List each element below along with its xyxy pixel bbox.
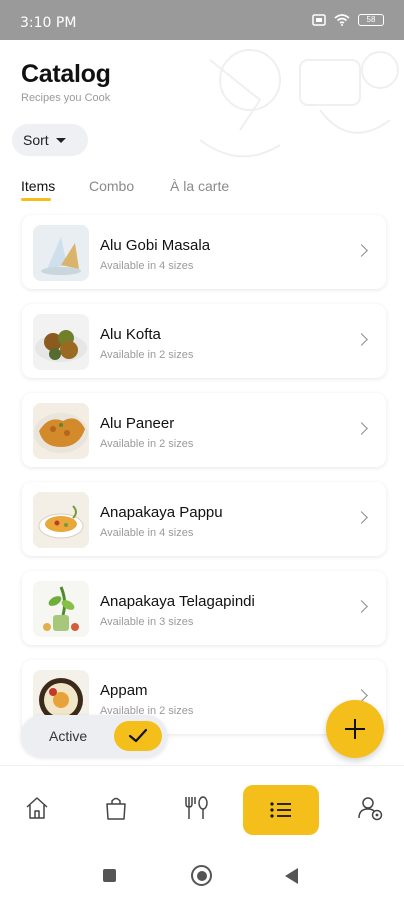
sort-button[interactable]: Sort: [12, 124, 88, 156]
item-sizes: Available in 2 sizes: [100, 349, 194, 361]
page-title: Catalog: [21, 60, 111, 88]
active-filter-check[interactable]: [114, 721, 162, 751]
item-name: Alu Paneer: [100, 415, 175, 432]
status-time: 3:10 PM: [20, 15, 77, 31]
back-icon[interactable]: [285, 868, 298, 884]
item-sizes: Available in 2 sizes: [100, 438, 194, 450]
tab-items[interactable]: Items: [21, 178, 55, 194]
list-item[interactable]: Anapakaya Pappu Available in 4 sizes: [22, 482, 386, 556]
shopping-bag-icon: [106, 797, 126, 820]
nav-orders[interactable]: [92, 784, 140, 832]
page-subtitle: Recipes you Cook: [21, 92, 111, 104]
nav-menu[interactable]: [172, 784, 220, 832]
chevron-right-icon: [355, 333, 368, 346]
home-icon: [26, 797, 48, 819]
active-filter-label: Active: [49, 728, 88, 744]
item-thumbnail: [33, 225, 89, 281]
recents-icon[interactable]: [103, 869, 116, 882]
list-icon: [270, 802, 291, 818]
list-item[interactable]: Alu Gobi Masala Available in 4 sizes: [22, 215, 386, 289]
chevron-right-icon: [355, 600, 368, 613]
tab-active-indicator: [21, 198, 51, 201]
item-sizes: Available in 4 sizes: [100, 260, 194, 272]
item-name: Appam: [100, 682, 148, 699]
item-sizes: Available in 3 sizes: [100, 616, 194, 628]
list-item[interactable]: Alu Kofta Available in 2 sizes: [22, 304, 386, 378]
chevron-right-icon: [355, 244, 368, 257]
tab-combo[interactable]: Combo: [89, 178, 134, 194]
status-bar: 3:10 PM 58: [0, 0, 404, 40]
system-nav-bar: [0, 843, 404, 900]
item-name: Anapakaya Pappu: [100, 504, 223, 521]
check-icon: [128, 728, 148, 743]
nav-catalog[interactable]: [243, 785, 319, 835]
bottom-nav: [0, 765, 404, 843]
list-item[interactable]: Alu Paneer Available in 2 sizes: [22, 393, 386, 467]
sort-label: Sort: [23, 132, 49, 148]
home-circle-icon[interactable]: [191, 865, 212, 886]
list-item[interactable]: Anapakaya Telagapindi Available in 3 siz…: [22, 571, 386, 645]
nav-home[interactable]: [13, 784, 61, 832]
wifi-icon: [334, 14, 350, 26]
fork-spoon-icon: [185, 796, 208, 819]
item-thumbnail: [33, 314, 89, 370]
active-filter-toggle[interactable]: Active: [21, 715, 167, 757]
item-name: Alu Kofta: [100, 326, 161, 343]
chevron-right-icon: [355, 422, 368, 435]
nav-profile[interactable]: [346, 784, 394, 832]
item-thumbnail: [33, 403, 89, 459]
cast-icon: [312, 14, 326, 26]
chevron-right-icon: [355, 511, 368, 524]
tab-a-la-carte[interactable]: À la carte: [170, 178, 229, 194]
caret-down-icon: [55, 137, 66, 143]
status-icons: 58: [312, 14, 384, 26]
user-settings-icon: [358, 797, 383, 821]
item-name: Alu Gobi Masala: [100, 237, 211, 254]
item-name: Anapakaya Telagapindi: [100, 593, 255, 610]
catalog-tabs: Items Combo À la carte: [0, 178, 404, 208]
item-sizes: Available in 4 sizes: [100, 527, 194, 539]
item-thumbnail: [33, 492, 89, 548]
item-thumbnail: [33, 581, 89, 637]
battery-icon: 58: [358, 14, 384, 26]
add-item-button[interactable]: [326, 700, 384, 758]
